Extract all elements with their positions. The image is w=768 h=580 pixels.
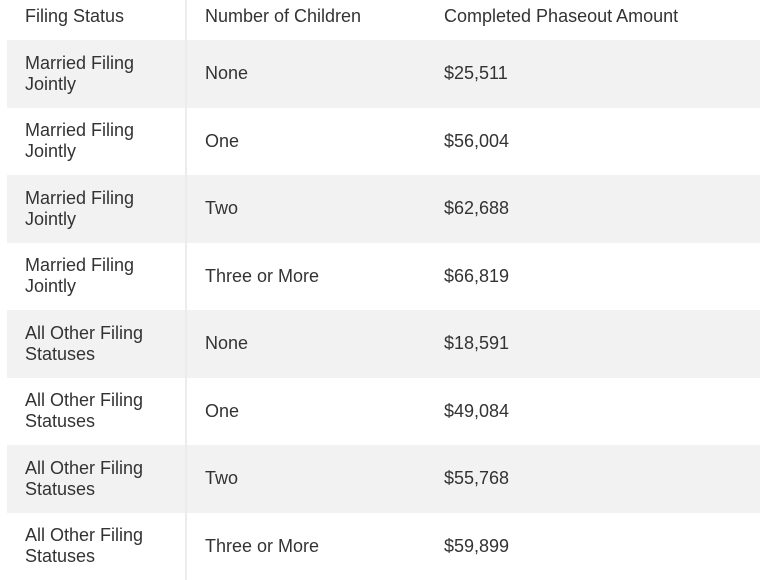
cell-amount: $56,004 <box>444 108 760 176</box>
cell-children: Two <box>187 445 444 513</box>
cell-amount: $18,591 <box>444 310 760 378</box>
filing-status-text: Married Filing Jointly <box>25 255 175 297</box>
table-row: Married Filing Jointly One $56,004 <box>7 108 760 176</box>
cell-filing-status: Married Filing Jointly <box>7 108 187 176</box>
cell-filing-status: Married Filing Jointly <box>7 40 187 108</box>
cell-children: One <box>187 378 444 446</box>
filing-status-text: Married Filing Jointly <box>25 188 175 230</box>
cell-filing-status: Married Filing Jointly <box>7 243 187 311</box>
table-row: All Other Filing Statuses Three or More … <box>7 513 760 580</box>
cell-filing-status: All Other Filing Statuses <box>7 310 187 378</box>
table-row: All Other Filing Statuses None $18,591 <box>7 310 760 378</box>
cell-filing-status: Married Filing Jointly <box>7 175 187 243</box>
filing-status-text: Married Filing Jointly <box>25 120 175 162</box>
cell-children: Two <box>187 175 444 243</box>
table-row: Married Filing Jointly Two $62,688 <box>7 175 760 243</box>
filing-status-text: All Other Filing Statuses <box>25 525 175 567</box>
cell-amount: $25,511 <box>444 40 760 108</box>
cell-amount: $66,819 <box>444 243 760 311</box>
cell-children: None <box>187 40 444 108</box>
cell-filing-status: All Other Filing Statuses <box>7 378 187 446</box>
cell-amount: $49,084 <box>444 378 760 446</box>
filing-status-text: All Other Filing Statuses <box>25 390 175 432</box>
header-completed-phaseout-amount: Completed Phaseout Amount <box>444 0 760 40</box>
cell-children: One <box>187 108 444 176</box>
header-number-of-children: Number of Children <box>187 0 444 40</box>
cell-amount: $55,768 <box>444 445 760 513</box>
cell-amount: $59,899 <box>444 513 760 580</box>
table-row: Married Filing Jointly Three or More $66… <box>7 243 760 311</box>
table-row: Married Filing Jointly None $25,511 <box>7 40 760 108</box>
header-label: Filing Status <box>25 6 175 27</box>
cell-children: Three or More <box>187 513 444 580</box>
filing-status-text: Married Filing Jointly <box>25 53 175 95</box>
table-row: All Other Filing Statuses Two $55,768 <box>7 445 760 513</box>
header-filing-status: Filing Status <box>7 0 187 40</box>
cell-children: Three or More <box>187 243 444 311</box>
table-header-row: Filing Status Number of Children Complet… <box>7 0 760 40</box>
cell-filing-status: All Other Filing Statuses <box>7 445 187 513</box>
filing-status-text: All Other Filing Statuses <box>25 323 175 365</box>
filing-status-text: All Other Filing Statuses <box>25 458 175 500</box>
phaseout-table: Filing Status Number of Children Complet… <box>7 0 760 580</box>
cell-filing-status: All Other Filing Statuses <box>7 513 187 580</box>
cell-amount: $62,688 <box>444 175 760 243</box>
cell-children: None <box>187 310 444 378</box>
table-row: All Other Filing Statuses One $49,084 <box>7 378 760 446</box>
